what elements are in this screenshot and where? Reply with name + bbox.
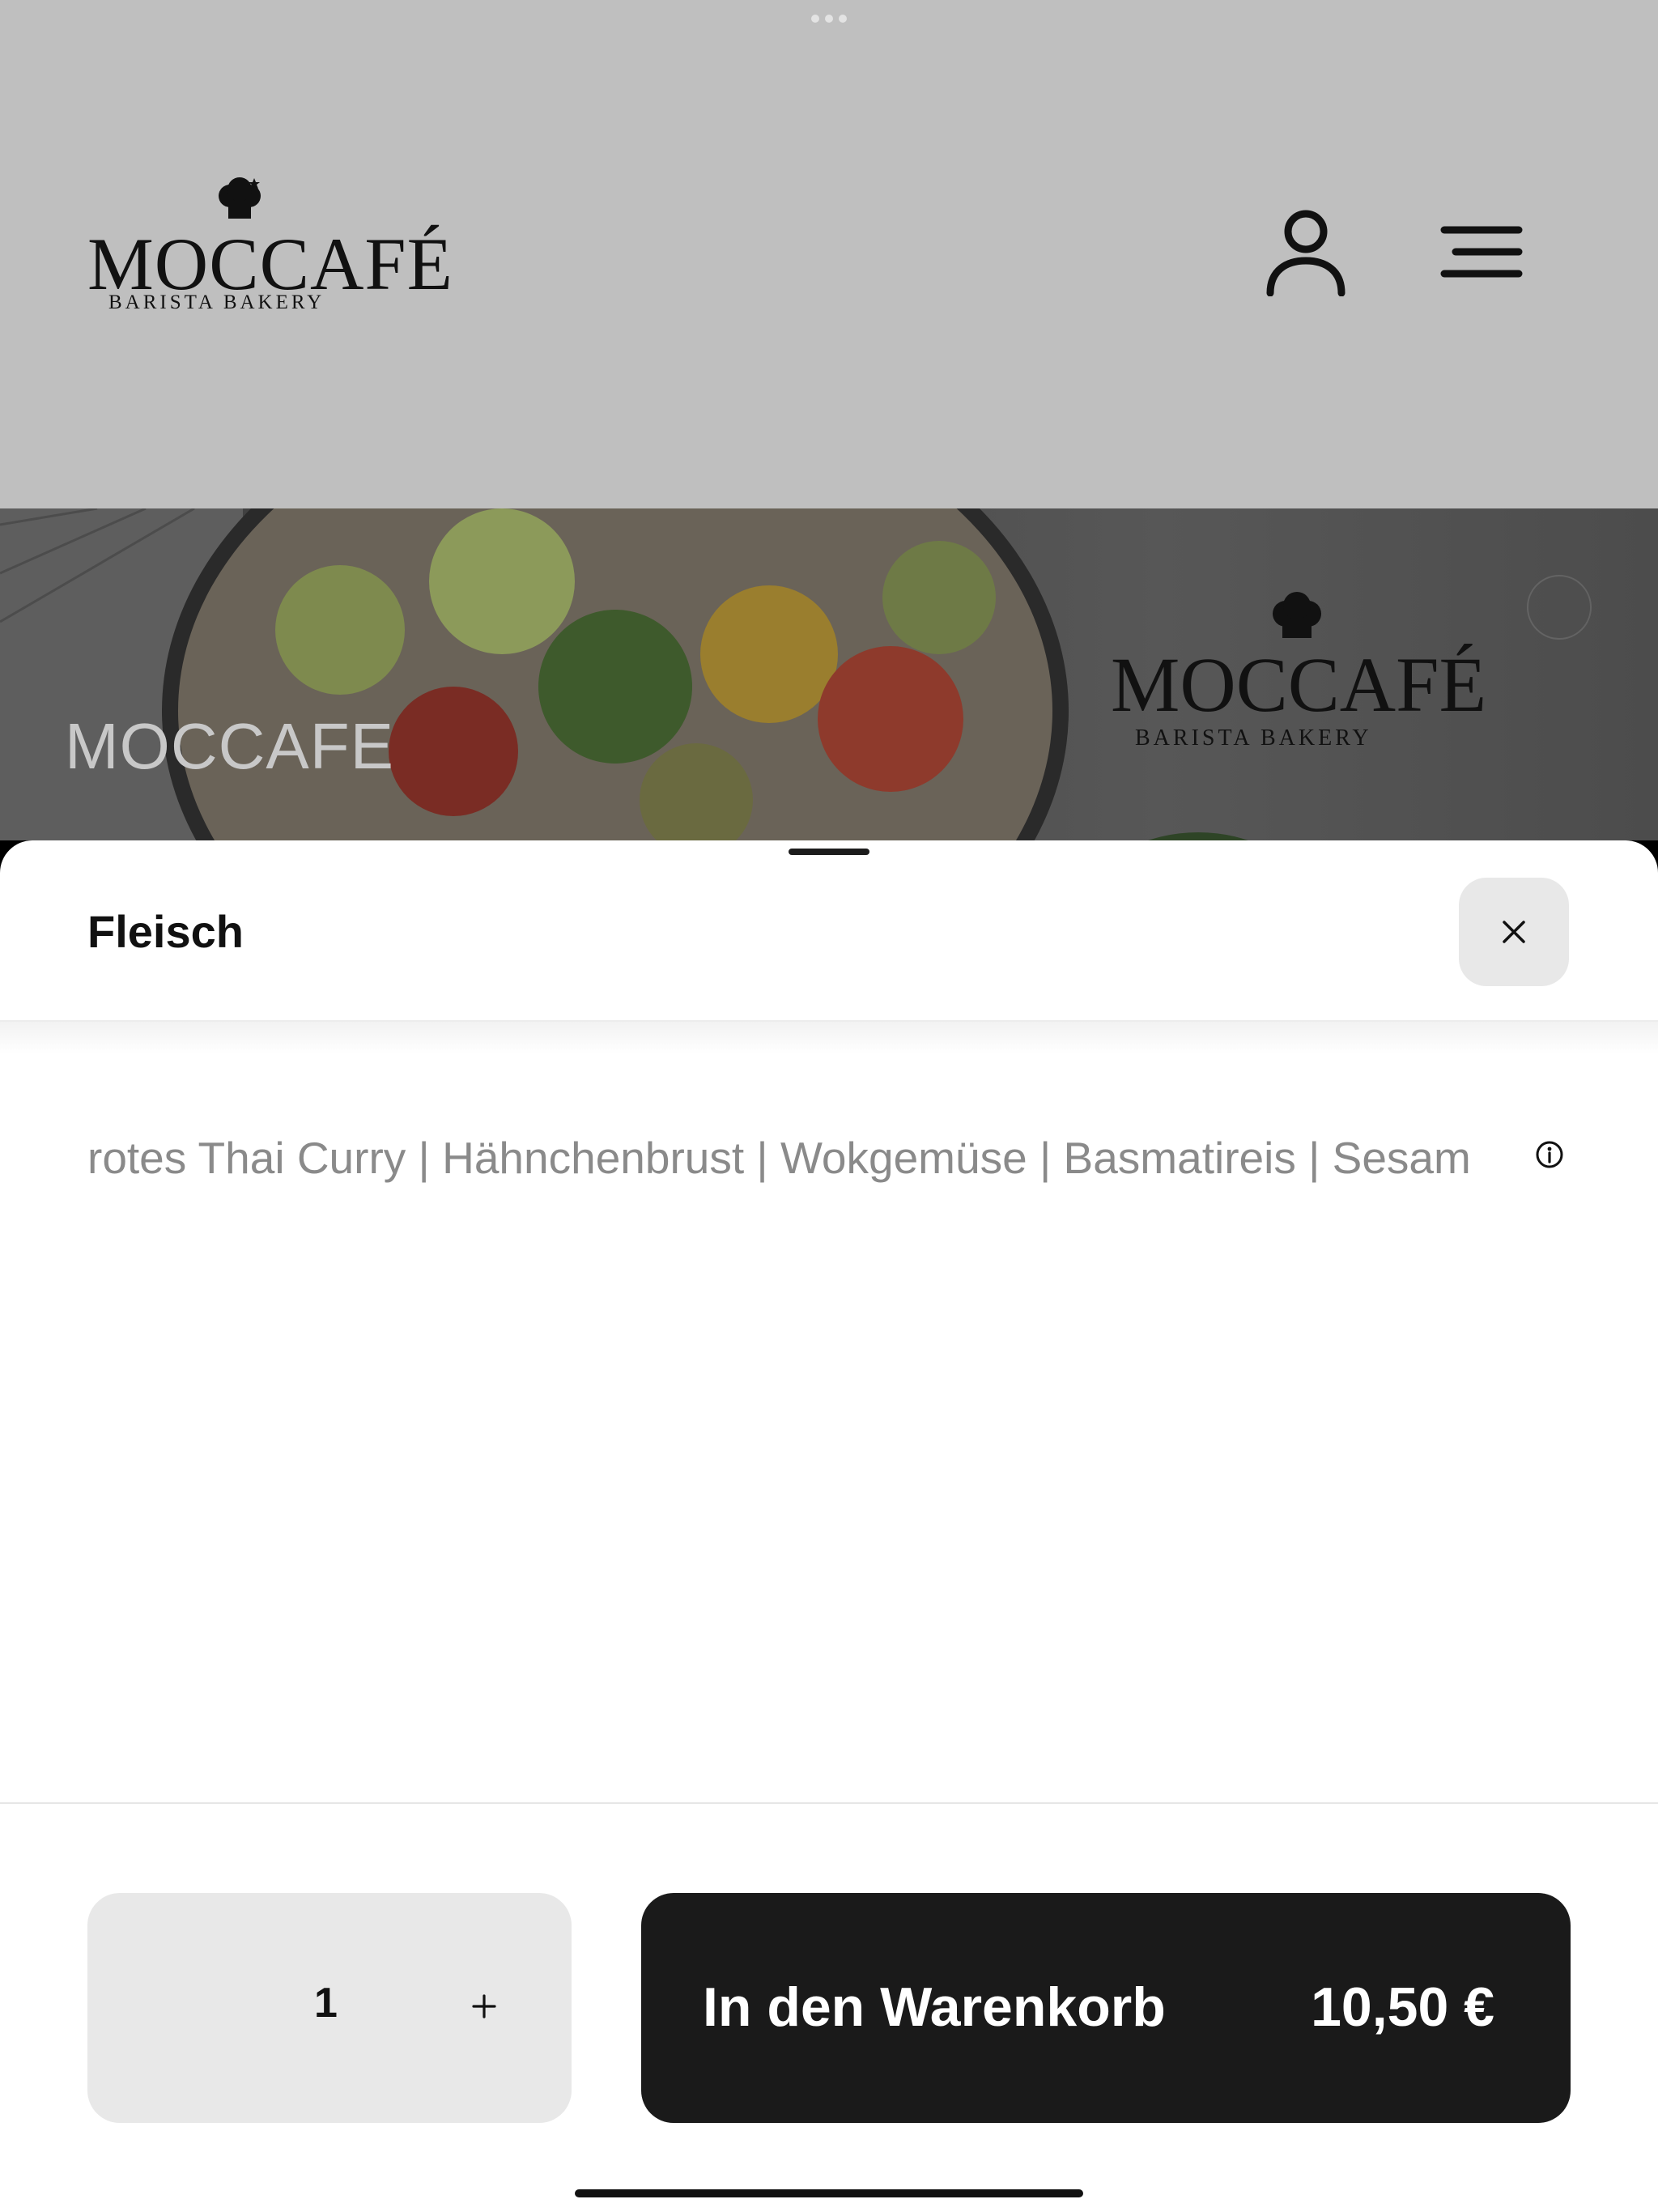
account-button[interactable] (1260, 206, 1352, 298)
hero-banner: MOCCAFE MOCCAFÉ BARISTA BAKERY (0, 508, 1658, 840)
info-icon[interactable] (1535, 1140, 1564, 1169)
plus-icon (472, 1994, 496, 2018)
product-sheet: Fleisch rotes Thai Curry | Hähnchenbrust… (0, 840, 1658, 2212)
home-indicator[interactable] (575, 2189, 1083, 2197)
header-shadow (0, 1022, 1658, 1054)
add-to-cart-label: In den Warenkorb (703, 1976, 1166, 2038)
logo-wordmark: MOCCAFÉ (87, 223, 453, 305)
logo-subtitle: BARISTA BAKERY (108, 291, 325, 313)
chef-hat-icon (219, 177, 261, 219)
multitasking-dots[interactable] (811, 15, 847, 24)
increase-quantity-button[interactable]: + (444, 1966, 525, 2047)
hero-badge (1527, 575, 1592, 640)
footer-divider (0, 1802, 1658, 1804)
sheet-grabber[interactable] (789, 849, 869, 855)
product-description: rotes Thai Curry | Hähnchenbrust | Wokge… (87, 1133, 1471, 1183)
product-title: Fleisch (87, 906, 244, 957)
add-to-cart-button[interactable]: In den Warenkorb 10,50 € (641, 1893, 1571, 2123)
price-label: 10,50 € (1311, 1976, 1494, 2038)
quantity-stepper: 1 + (87, 1893, 572, 2123)
hamburger-menu-icon (1440, 226, 1523, 278)
menu-button[interactable] (1433, 215, 1530, 288)
close-button[interactable] (1459, 878, 1569, 986)
user-icon (1266, 210, 1346, 296)
hero-logo-subtitle: BARISTA BAKERY (1135, 725, 1372, 751)
hero-chef-hat-icon (1273, 592, 1321, 638)
hero-title: MOCCAFE (65, 710, 394, 782)
close-icon (1503, 921, 1525, 943)
sheet-header: Fleisch (0, 840, 1658, 1022)
brand-logo[interactable]: MOCCAFÉ BARISTA BAKERY (87, 177, 453, 330)
app-header: MOCCAFÉ BARISTA BAKERY (0, 0, 1658, 508)
hero-logo-wordmark: MOCCAFÉ (1111, 641, 1487, 728)
